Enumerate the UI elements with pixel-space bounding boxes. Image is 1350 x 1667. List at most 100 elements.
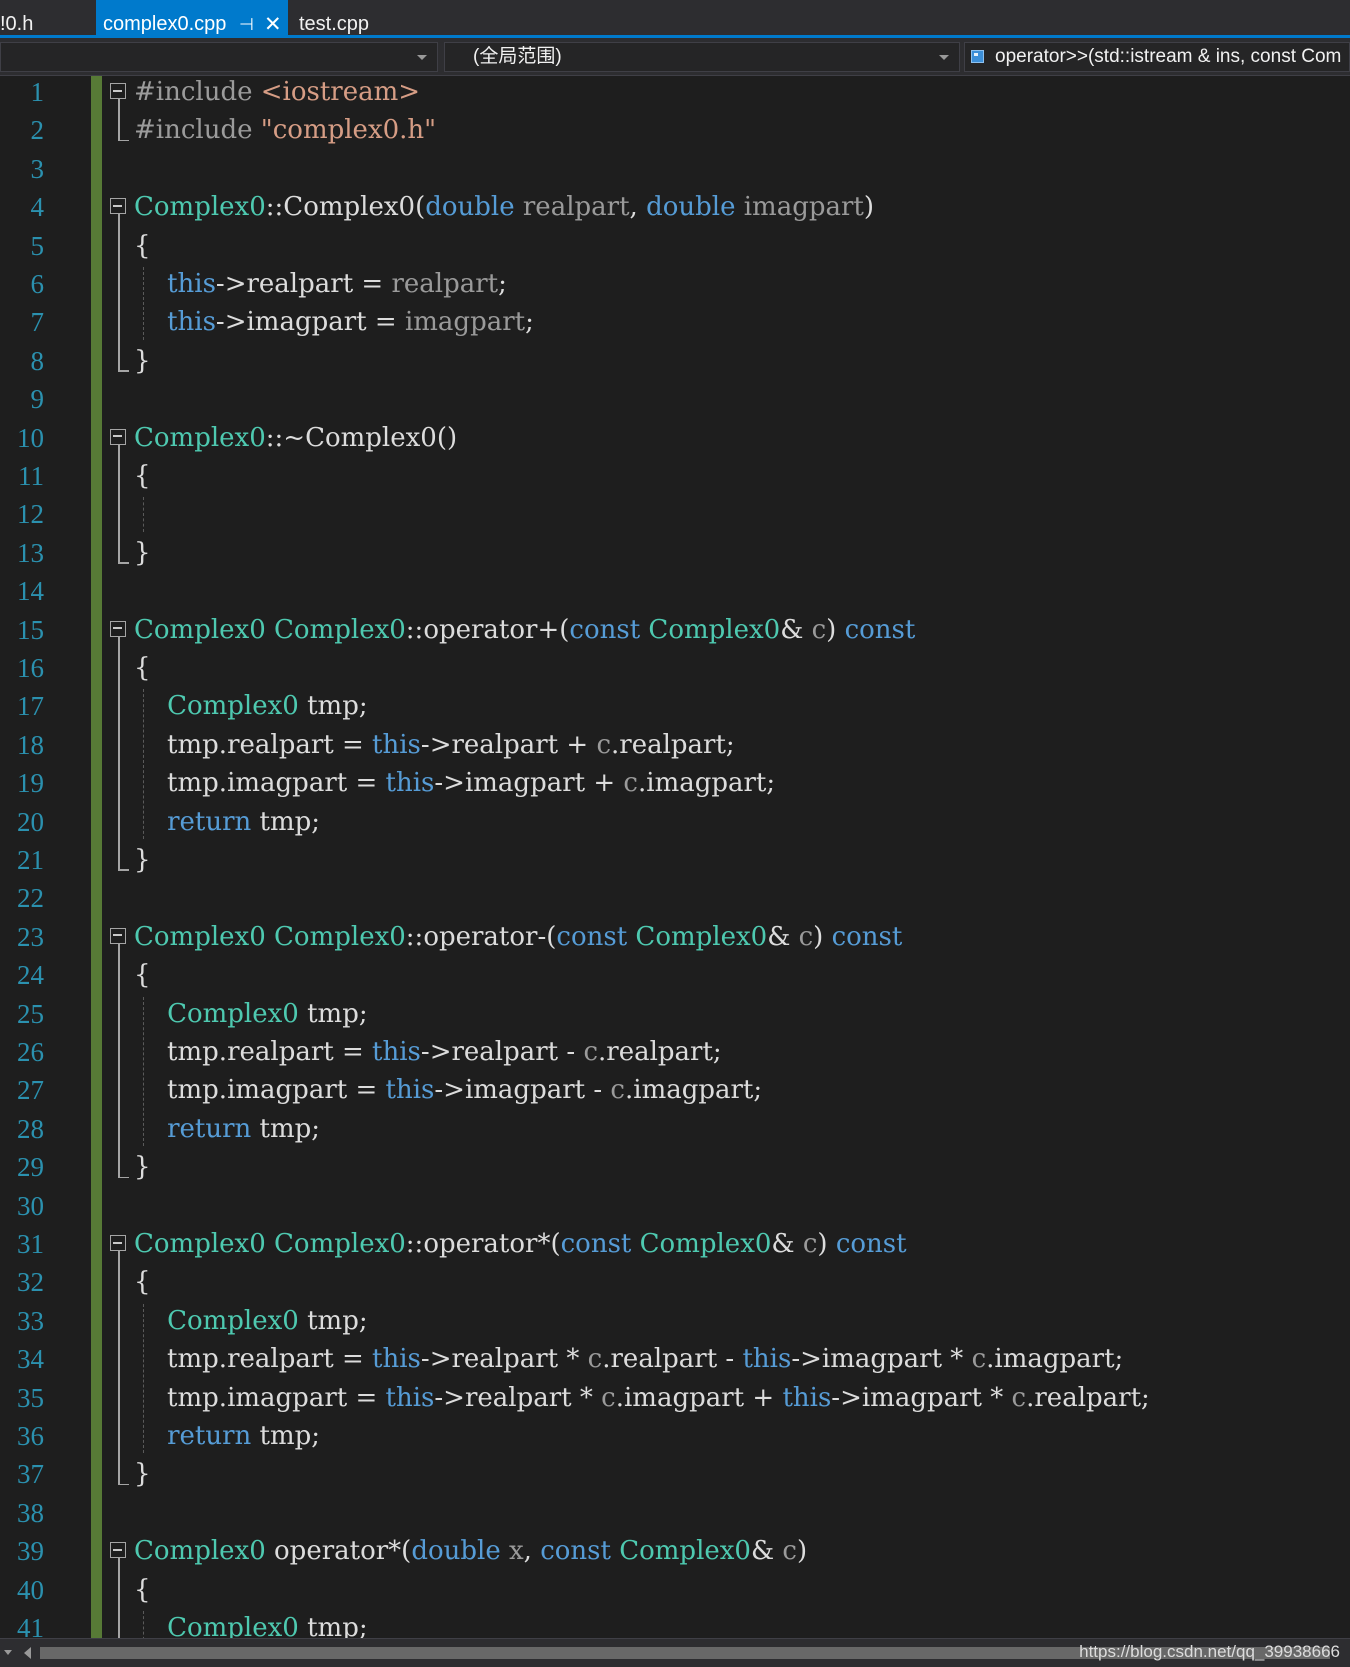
code-line[interactable]: 1 #include <iostream> (0, 76, 1350, 111)
code-text[interactable]: Complex0 tmp; (134, 995, 368, 1033)
project-dropdown[interactable] (0, 42, 438, 72)
collapse-icon[interactable] (110, 428, 126, 445)
code-text[interactable]: Complex0 Complex0::operator-(const Compl… (134, 918, 902, 956)
line-number: 23 (17, 921, 44, 952)
scroll-left-icon[interactable] (24, 1647, 31, 1659)
code-text[interactable]: return tmp; (134, 803, 320, 841)
code-line[interactable]: 25 Complex0 tmp; (0, 995, 1350, 1033)
collapse-icon[interactable] (110, 83, 126, 99)
code-line[interactable]: 32 { (0, 1263, 1350, 1301)
code-text[interactable]: Complex0 Complex0::operator+(const Compl… (134, 611, 915, 649)
code-line[interactable]: 31 Complex0 Complex0::operator*(const Com… (0, 1225, 1350, 1263)
code-text[interactable]: #include <iostream> (134, 76, 420, 111)
code-line[interactable]: 30 (0, 1187, 1350, 1225)
horizontal-scrollbar[interactable]: https://blog.csdn.net/qq_39938666 (0, 1638, 1350, 1667)
line-number: 30 (17, 1190, 44, 1221)
code-text[interactable]: Complex0 Complex0::operator*(const Compl… (134, 1225, 907, 1263)
scope-dropdown[interactable]: (全局范围) (444, 42, 960, 72)
code-line[interactable]: 20 return tmp; (0, 803, 1350, 841)
collapse-icon[interactable] (110, 1542, 126, 1559)
code-line[interactable]: 36 return tmp; (0, 1417, 1350, 1455)
code-line[interactable]: 29} (0, 1148, 1350, 1186)
code-line[interactable]: 11 { (0, 457, 1350, 495)
code-line[interactable]: 21} (0, 841, 1350, 879)
code-line[interactable]: 18 tmp.realpart = this->realpart + c.rea… (0, 726, 1350, 764)
code-line[interactable]: 26 tmp.realpart = this->realpart - c.rea… (0, 1033, 1350, 1071)
collapse-icon[interactable] (110, 620, 126, 637)
code-line[interactable]: 28 return tmp; (0, 1110, 1350, 1148)
collapse-icon[interactable] (110, 198, 126, 215)
member-dropdown[interactable]: operator>>(std::istream & ins, const Com (964, 42, 1350, 72)
code-text[interactable]: Complex0::~Complex0() (134, 419, 457, 457)
code-text[interactable]: tmp.imagpart = this->realpart * c.imagpa… (134, 1379, 1150, 1417)
code-line[interactable]: 10 Complex0::~Complex0() (0, 419, 1350, 457)
code-line[interactable]: 16 { (0, 649, 1350, 687)
code-text[interactable]: } (134, 534, 151, 572)
code-text[interactable]: return tmp; (134, 1417, 320, 1455)
code-line[interactable]: 24 { (0, 956, 1350, 994)
code-line[interactable]: 41 Complex0 tmp; (0, 1609, 1350, 1638)
code-line[interactable]: 14 (0, 572, 1350, 610)
code-line[interactable]: 34 tmp.realpart = this->realpart * c.rea… (0, 1340, 1350, 1378)
code-line[interactable]: 39 Complex0 operator*(double x, const Com… (0, 1532, 1350, 1570)
code-line[interactable]: 19 tmp.imagpart = this->imagpart + c.ima… (0, 764, 1350, 802)
code-text[interactable]: { (134, 1263, 151, 1301)
code-line[interactable]: 23 Complex0 Complex0::operator-(const Com… (0, 918, 1350, 956)
code-token: #include (134, 77, 261, 107)
code-text[interactable]: Complex0 operator*(double x, const Compl… (134, 1532, 807, 1570)
code-line[interactable]: 22 (0, 879, 1350, 917)
line-number: 3 (30, 153, 45, 184)
code-line[interactable]: 13} (0, 534, 1350, 572)
code-line[interactable]: 27 tmp.imagpart = this->imagpart - c.ima… (0, 1071, 1350, 1109)
tab-complex0-h[interactable]: !0.h (0, 0, 33, 35)
code-text[interactable]: #include "complex0.h" (134, 111, 436, 149)
code-line[interactable]: 12 (0, 495, 1350, 533)
code-token: this (385, 1382, 435, 1413)
code-text[interactable]: } (134, 1148, 151, 1186)
code-text[interactable]: this->imagpart = imagpart; (134, 303, 534, 341)
code-line[interactable]: 8} (0, 342, 1350, 380)
code-token: Complex0 (274, 614, 406, 645)
code-text[interactable]: } (134, 1455, 151, 1493)
code-line[interactable]: 6 this->realpart = realpart; (0, 265, 1350, 303)
code-line[interactable]: 38 (0, 1494, 1350, 1532)
code-text[interactable]: } (134, 342, 151, 380)
code-line[interactable]: 37} (0, 1455, 1350, 1493)
code-editor[interactable]: 1 #include <iostream> 2 #include "complex0.… (0, 76, 1350, 1638)
code-text[interactable]: tmp.realpart = this->realpart - c.realpa… (134, 1033, 722, 1071)
code-text[interactable]: Complex0::Complex0(double realpart, doub… (134, 188, 874, 226)
code-token: c (583, 1037, 599, 1067)
tab-complex0-cpp[interactable]: complex0.cpp ⊣ ✕ (96, 0, 288, 36)
code-line[interactable]: 2 #include "complex0.h" (0, 111, 1350, 149)
code-text[interactable]: { (134, 457, 151, 495)
collapse-icon[interactable] (110, 1235, 126, 1251)
code-text[interactable]: tmp.realpart = this->realpart + c.realpa… (134, 726, 735, 764)
code-line[interactable]: 4 Complex0::Complex0(double realpart, dou… (0, 188, 1350, 226)
collapse-icon[interactable] (110, 927, 126, 944)
zoom-dropdown-icon[interactable] (4, 1650, 12, 1655)
code-line[interactable]: 35 tmp.imagpart = this->realpart * c.ima… (0, 1379, 1350, 1417)
code-line[interactable]: 40 { (0, 1571, 1350, 1609)
code-text[interactable]: tmp.imagpart = this->imagpart - c.imagpa… (134, 1071, 762, 1109)
code-line[interactable]: 5{ (0, 227, 1350, 265)
code-text[interactable]: { (134, 649, 151, 687)
code-text[interactable]: { (134, 227, 151, 265)
code-text[interactable]: Complex0 tmp; (134, 687, 368, 725)
code-text[interactable]: tmp.imagpart = this->imagpart + c.imagpa… (134, 764, 775, 802)
code-line[interactable]: 33 Complex0 tmp; (0, 1302, 1350, 1340)
code-text[interactable]: } (134, 841, 151, 879)
code-text[interactable]: { (134, 1571, 151, 1609)
tab-test-cpp[interactable]: test.cpp (299, 0, 369, 35)
code-line[interactable]: 17 Complex0 tmp; (0, 687, 1350, 725)
code-text[interactable]: { (134, 956, 151, 994)
code-line[interactable]: 7 this->imagpart = imagpart; (0, 303, 1350, 341)
code-line[interactable]: 15 Complex0 Complex0::operator+(const Com… (0, 611, 1350, 649)
code-line[interactable]: 9 (0, 380, 1350, 418)
code-text[interactable]: tmp.realpart = this->realpart * c.realpa… (134, 1340, 1123, 1378)
code-text[interactable]: this->realpart = realpart; (134, 265, 507, 303)
code-text[interactable]: Complex0 tmp; (134, 1302, 368, 1340)
code-text[interactable]: Complex0 tmp; (134, 1609, 368, 1638)
code-line[interactable]: 3 (0, 150, 1350, 188)
code-text[interactable]: return tmp; (134, 1110, 320, 1148)
